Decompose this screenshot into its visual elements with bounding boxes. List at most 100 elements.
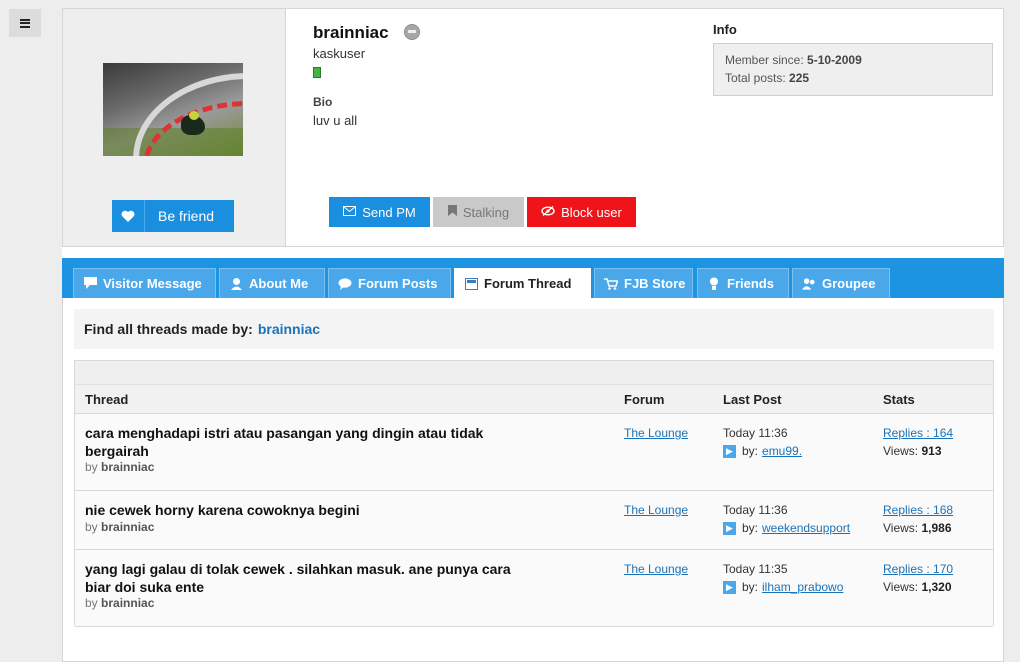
thread-title[interactable]: yang lagi galau di tolak cewek . silahka… (85, 560, 525, 596)
views-value: 1,320 (921, 580, 952, 594)
views-label: Views: (883, 521, 919, 535)
views-value: 1,986 (921, 521, 952, 535)
reputation-bar (313, 67, 321, 78)
last-post-user-link[interactable]: weekendsupport (762, 521, 850, 535)
header-thread: Thread (85, 392, 129, 407)
forum-thread-panel: Find all threads made by: brainniac Thre… (62, 298, 1004, 662)
tab-label: Forum Thread (484, 276, 572, 291)
last-post-by: ▶ by: weekendsupport (723, 521, 850, 535)
threads-table: Thread Forum Last Post Stats cara mengha… (74, 360, 994, 627)
thread-author: by brainniac (85, 520, 154, 534)
replies-link[interactable]: Replies : 164 (883, 426, 953, 440)
info-box: Member since: 5-10-2009 Total posts: 225 (713, 43, 993, 96)
stalking-label: Stalking (462, 204, 510, 220)
tab-groupee[interactable]: Groupee (792, 268, 890, 298)
views-label: Views: (883, 580, 919, 594)
views-count: Views: 1,986 (883, 521, 952, 535)
last-post-user-link[interactable]: ilham_prabowo (762, 580, 843, 594)
user-icon (229, 277, 243, 291)
member-since-value: 5-10-2009 (807, 53, 862, 67)
user-rank: kaskuser (313, 46, 366, 61)
header-last-post: Last Post (723, 392, 782, 407)
author-name: brainniac (101, 596, 155, 610)
views-value: 913 (921, 444, 942, 458)
find-threads-label: Find all threads made by: (84, 321, 253, 337)
member-since-label: Member since: (725, 53, 804, 67)
tab-label: About Me (249, 276, 309, 291)
total-posts: Total posts: 225 (725, 71, 809, 85)
avatar[interactable] (103, 63, 243, 156)
last-post-time: Today 11:36 (723, 503, 788, 517)
table-row: nie cewek horny karena cowoknya begini b… (75, 491, 993, 550)
views-label: Views: (883, 444, 919, 458)
table-header: Thread Forum Last Post Stats (75, 385, 993, 414)
table-row: yang lagi galau di tolak cewek . silahka… (75, 550, 993, 627)
be-friend-button[interactable]: Be friend (112, 200, 234, 232)
bio-heading: Bio (313, 95, 333, 109)
tab-label: FJB Store (624, 276, 686, 291)
thread-author: by brainniac (85, 596, 154, 610)
total-posts-value: 225 (789, 71, 810, 85)
tab-visitor-message[interactable]: Visitor Message (73, 268, 216, 298)
tab-forum-thread[interactable]: Forum Thread (454, 268, 591, 298)
forum-link[interactable]: The Lounge (624, 426, 688, 440)
forum-link[interactable]: The Lounge (624, 562, 688, 576)
last-post-user-link[interactable]: emu99. (762, 444, 802, 458)
views-count: Views: 913 (883, 444, 942, 458)
last-post-by-label: by: (742, 444, 759, 458)
stalking-button[interactable]: Stalking (433, 197, 524, 227)
tab-about-me[interactable]: About Me (219, 268, 325, 298)
author-label: by (85, 520, 98, 534)
last-post-by-label: by: (742, 521, 759, 535)
send-pm-button[interactable]: Send PM (329, 197, 430, 227)
tab-friends[interactable]: Friends (697, 268, 789, 298)
friend-icon (707, 277, 721, 291)
find-threads-user[interactable]: brainniac (258, 321, 320, 337)
offline-status-icon (404, 24, 420, 40)
total-posts-label: Total posts: (725, 71, 786, 85)
author-label: by (85, 460, 98, 474)
envelope-icon (343, 205, 357, 219)
author-label: by (85, 596, 98, 610)
forum-link[interactable]: The Lounge (624, 503, 688, 517)
last-post-by: ▶ by: emu99. (723, 444, 802, 458)
heart-icon (112, 200, 145, 232)
message-icon (83, 277, 97, 291)
info-heading: Info (713, 22, 737, 37)
header-stats: Stats (883, 392, 915, 407)
tab-label: Friends (727, 276, 774, 291)
author-name: brainniac (101, 520, 155, 534)
tab-label: Groupee (822, 276, 876, 291)
be-friend-label: Be friend (158, 208, 215, 224)
tab-forum-posts[interactable]: Forum Posts (328, 268, 451, 298)
username: brainniac (313, 23, 389, 42)
table-row: cara menghadapi istri atau pasangan yang… (75, 414, 993, 491)
eye-slash-icon (541, 205, 555, 219)
tab-label: Forum Posts (358, 276, 438, 291)
last-post-by-label: by: (742, 580, 759, 594)
bio-text: luv u all (313, 113, 358, 128)
thread-author: by brainniac (85, 460, 154, 474)
bookmark-icon (447, 205, 457, 219)
avatar-column: Be friend (63, 9, 286, 246)
hamburger-icon (20, 18, 30, 28)
send-pm-label: Send PM (362, 204, 416, 220)
profile-card: Be friend brainniac kaskuser Bio luv u a… (62, 8, 1004, 247)
last-post-by: ▶ by: ilham_prabowo (723, 580, 843, 594)
tab-fjb-store[interactable]: FJB Store (594, 268, 693, 298)
go-to-last-post-icon[interactable]: ▶ (723, 580, 736, 594)
replies-link[interactable]: Replies : 168 (883, 503, 953, 517)
last-post-time: Today 11:36 (723, 426, 788, 440)
go-to-last-post-icon[interactable]: ▶ (723, 521, 736, 535)
find-threads-banner: Find all threads made by: brainniac (74, 309, 994, 349)
profile-tabs: Visitor Message About Me Forum Posts For… (62, 258, 1004, 298)
header-forum: Forum (624, 392, 665, 407)
go-to-last-post-icon[interactable]: ▶ (723, 444, 736, 458)
hamburger-menu-button[interactable] (9, 9, 41, 37)
tab-label: Visitor Message (103, 276, 202, 291)
replies-link[interactable]: Replies : 170 (883, 562, 953, 576)
cart-icon (604, 277, 618, 291)
block-user-button[interactable]: Block user (527, 197, 636, 227)
thread-title[interactable]: nie cewek horny karena cowoknya begini (85, 501, 525, 519)
thread-title[interactable]: cara menghadapi istri atau pasangan yang… (85, 424, 525, 460)
